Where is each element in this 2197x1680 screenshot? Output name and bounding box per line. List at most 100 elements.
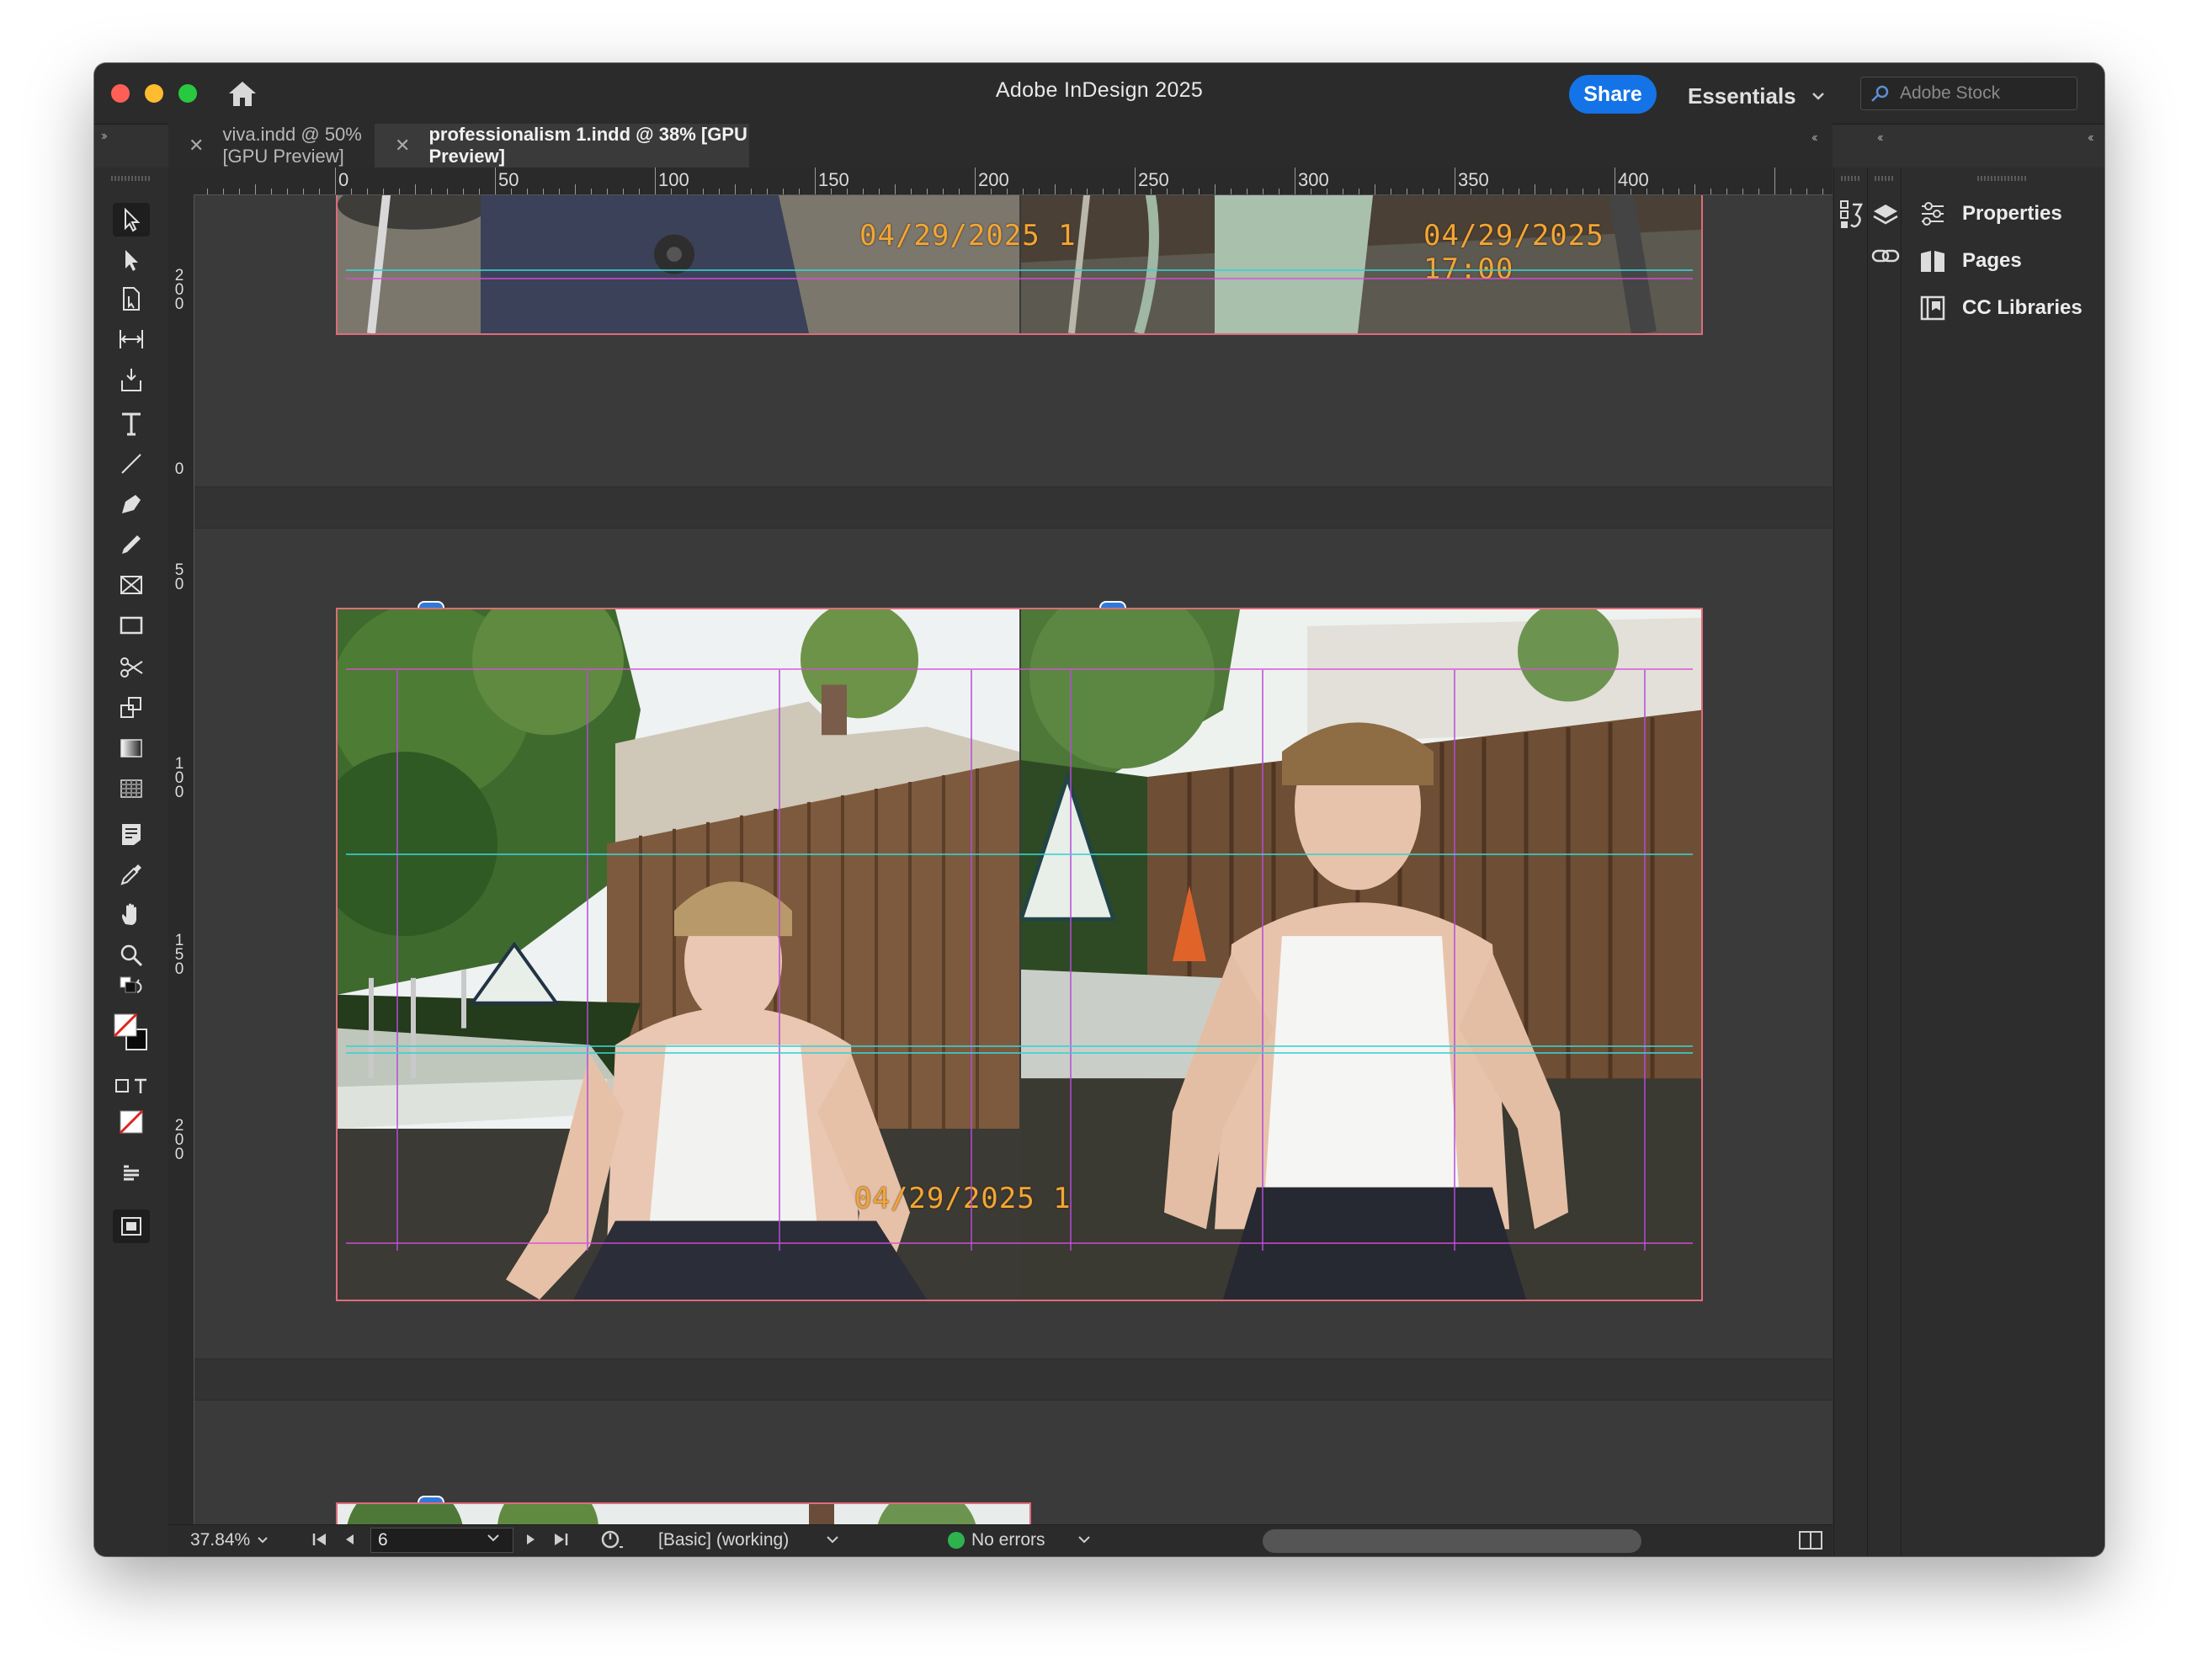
- photo-timestamp: 04/29/2025 1: [854, 1182, 1072, 1215]
- previous-page-button[interactable]: [343, 1532, 355, 1547]
- collapse-panel-icon[interactable]: ‹‹: [2088, 130, 2093, 146]
- rectangle-tool-icon[interactable]: [113, 609, 150, 642]
- page-dropdown[interactable]: [487, 1534, 500, 1544]
- apply-none-icon[interactable]: [113, 1103, 150, 1140]
- preflight-status[interactable]: No errors: [948, 1530, 1091, 1550]
- content-collector-icon[interactable]: [113, 363, 150, 396]
- fill-stroke-swatch[interactable]: [113, 1009, 150, 1060]
- ruler-tick: [463, 189, 464, 194]
- collapse-panel-icon[interactable]: ‹‹: [1877, 130, 1883, 146]
- pencil-tool-icon[interactable]: [113, 528, 150, 561]
- minimize-window-button[interactable]: [145, 84, 163, 103]
- ruler-tick: [431, 189, 432, 194]
- ruler-tick: [1087, 189, 1088, 194]
- split-window-button[interactable]: [1798, 1530, 1823, 1550]
- close-window-button[interactable]: [111, 84, 130, 103]
- ruler-guide: [346, 1045, 1693, 1047]
- document-canvas[interactable]: 04/29/2025 1 04/29/2025 17:00 04/29/2025…: [194, 195, 1833, 1533]
- default-colors-icon[interactable]: [113, 976, 150, 1001]
- ruler-tick: [287, 189, 288, 194]
- ruler-tick: [607, 189, 608, 194]
- scissors-tool-icon[interactable]: [113, 651, 150, 684]
- panel-cc-libraries[interactable]: CC Libraries: [1918, 294, 2083, 322]
- ruler-tick: [1215, 184, 1216, 194]
- next-page-button[interactable]: [525, 1532, 537, 1547]
- layers-icon[interactable]: [1871, 201, 1900, 230]
- ruler-tick: [479, 189, 480, 194]
- gradient-swatch-tool-icon[interactable]: [113, 731, 150, 765]
- ruler-tick: [639, 189, 640, 194]
- ruler-tick: [1822, 189, 1823, 194]
- ruler-tick: [879, 189, 880, 194]
- gap-tool-icon[interactable]: [113, 322, 150, 356]
- ruler-tick: [1678, 189, 1679, 194]
- zoom-level-dropdown[interactable]: 37.84%: [190, 1530, 269, 1550]
- collapse-panel-icon[interactable]: ‹‹: [1811, 130, 1817, 146]
- rectangle-frame-tool-icon[interactable]: [113, 568, 150, 602]
- gradient-feather-tool-icon[interactable]: [113, 772, 150, 805]
- preflight-profile-dropdown[interactable]: [Basic] (working): [658, 1530, 839, 1550]
- preflight-options-button[interactable]: [599, 1528, 625, 1552]
- vertical-ruler[interactable]: 2 0 005 01 0 01 5 02 0 00: [168, 194, 194, 1543]
- ruler-tick: [1742, 189, 1743, 194]
- edit-toolbar-icon[interactable]: [113, 1209, 150, 1243]
- ruler-tick: [863, 189, 864, 194]
- ruler-tick: [335, 167, 336, 194]
- search-icon: [1871, 85, 1889, 102]
- direct-selection-tool-icon[interactable]: [113, 243, 150, 277]
- ruler-tick-label: 50: [498, 169, 519, 190]
- ruler-tick: [495, 167, 496, 194]
- home-icon[interactable]: [226, 78, 259, 109]
- note-tool-icon[interactable]: [113, 817, 150, 851]
- panel-grip[interactable]: [1841, 176, 1861, 181]
- panel-label: Pages: [1962, 249, 2022, 272]
- close-tab-icon[interactable]: ✕: [189, 135, 204, 157]
- first-page-icon: [312, 1534, 326, 1545]
- formatting-affects-container-icon[interactable]: [113, 1073, 150, 1098]
- type-tool-icon[interactable]: [113, 407, 150, 440]
- pathfinder-icon[interactable]: [1838, 198, 1866, 231]
- workspace-switcher[interactable]: Essentials: [1688, 82, 1825, 110]
- tab-professionalism[interactable]: ✕ professionalism 1.indd @ 38% [GPU Prev…: [375, 124, 749, 167]
- ruler-tick: [223, 189, 224, 194]
- close-tab-icon[interactable]: ✕: [395, 135, 410, 157]
- eyedropper-tool-icon[interactable]: [113, 858, 150, 891]
- pen-tool-icon[interactable]: [113, 487, 150, 521]
- free-transform-tool-icon[interactable]: [113, 691, 150, 725]
- hand-tool-icon[interactable]: [113, 898, 150, 932]
- horizontal-ruler[interactable]: 0 50 100 150 200 250 300 350 400: [194, 167, 1833, 195]
- panel-grip[interactable]: [111, 176, 150, 181]
- column-guide: [779, 670, 780, 1251]
- links-icon[interactable]: [1871, 243, 1900, 268]
- ruler-guide: [346, 269, 1693, 271]
- first-page-button[interactable]: [311, 1532, 328, 1547]
- panel-pages[interactable]: Pages: [1918, 247, 2022, 275]
- last-page-button[interactable]: [552, 1532, 569, 1547]
- horizontal-scrollbar[interactable]: [1263, 1529, 1641, 1553]
- line-tool-icon[interactable]: [113, 447, 150, 481]
- status-ok-icon: [948, 1532, 965, 1549]
- selection-tool-icon[interactable]: [113, 203, 150, 237]
- photo-right[interactable]: [1021, 609, 1701, 1300]
- adobe-stock-search[interactable]: Adobe Stock: [1860, 77, 2077, 110]
- page-tool-icon[interactable]: [113, 282, 150, 316]
- spread-previous[interactable]: 04/29/2025 1 04/29/2025 17:00: [336, 195, 1703, 335]
- panel-grip[interactable]: [1875, 176, 1895, 181]
- ruler-origin[interactable]: [168, 167, 194, 194]
- ruler-tick: [671, 189, 672, 194]
- ruler-tick: [1726, 189, 1727, 194]
- panel-properties[interactable]: Properties: [1918, 199, 2062, 228]
- ruler-tick-label: 250: [1138, 169, 1169, 190]
- screen-mode-icon[interactable]: [113, 1157, 150, 1191]
- expand-tools-icon[interactable]: ››: [101, 129, 107, 144]
- panel-grip[interactable]: [1977, 176, 2028, 181]
- ruler-tick: [735, 184, 736, 194]
- share-button[interactable]: Share: [1569, 75, 1657, 114]
- photo-frame[interactable]: [338, 195, 1019, 333]
- spread-current[interactable]: 04/29/2025 1: [336, 608, 1703, 1301]
- ruler-tick: [1662, 189, 1663, 194]
- zoom-tool-icon[interactable]: [113, 938, 150, 972]
- zoom-window-button[interactable]: [178, 84, 197, 103]
- tab-viva[interactable]: ✕ viva.indd @ 50% [GPU Preview]: [168, 124, 370, 167]
- status-bar: 37.84% 6 [Basic] (working) No errors: [168, 1524, 1833, 1556]
